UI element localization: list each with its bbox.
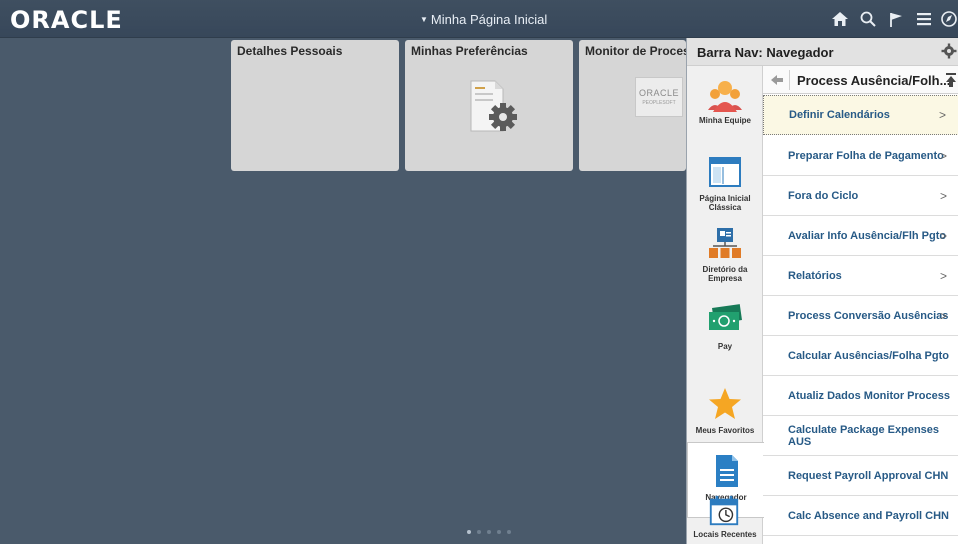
page-dot[interactable] xyxy=(467,530,471,534)
side-item-pagina-inicial-classica[interactable]: Página Inicial Clássica xyxy=(687,144,763,222)
star-icon xyxy=(709,388,741,419)
page-dot[interactable] xyxy=(477,530,481,534)
list-item-process-conversao[interactable]: Process Conversão Ausências > xyxy=(763,296,958,336)
list-item-label: Request Payroll Approval CHN xyxy=(788,469,949,482)
back-to-top-icon[interactable] xyxy=(944,71,958,89)
tile-title: Detalhes Pessoais xyxy=(237,44,343,58)
team-icon xyxy=(708,81,742,112)
chevron-right-icon: > xyxy=(938,108,946,122)
home-icon[interactable] xyxy=(826,6,854,32)
menu-icon[interactable] xyxy=(910,6,938,32)
tile-title: Minhas Preferências xyxy=(411,44,528,58)
list-item-label: Calcular Ausências/Folha Pgto xyxy=(788,349,949,362)
back-arrow-icon[interactable] xyxy=(769,72,785,88)
homepage-selector[interactable]: ▼ Minha Página Inicial xyxy=(420,12,547,27)
side-item-label: Página Inicial Clássica xyxy=(699,194,751,212)
flag-icon[interactable] xyxy=(882,6,910,32)
chevron-right-icon: > xyxy=(939,228,947,243)
logo-subtext: PEOPLESOFT xyxy=(642,100,676,106)
divider xyxy=(789,70,790,90)
chevron-right-icon: > xyxy=(939,268,947,283)
side-item-label: Pay xyxy=(717,342,733,351)
side-item-pay[interactable]: Pay xyxy=(687,290,763,360)
classic-home-icon xyxy=(709,157,741,187)
chevron-right-icon: > xyxy=(939,188,947,203)
list-item-fora-do-ciclo[interactable]: Fora do Ciclo > xyxy=(763,176,958,216)
list-header: Process Ausência/Folh... xyxy=(763,66,958,94)
peoplesoft-logo: ORACLE PEOPLESOFT xyxy=(635,77,683,117)
list-item-request-payroll[interactable]: Request Payroll Approval CHN xyxy=(763,456,958,496)
caret-down-icon: ▼ xyxy=(420,15,428,24)
pay-icon xyxy=(709,304,742,330)
directory-icon xyxy=(709,228,741,258)
list-header-title: Process Ausência/Folh... xyxy=(797,73,951,88)
list-item-relatorios[interactable]: Relatórios > xyxy=(763,256,958,296)
page-indicator[interactable] xyxy=(467,530,511,534)
side-item-label: Minha Equipe xyxy=(699,116,751,125)
list-item-calcular-ausencias[interactable]: Calcular Ausências/Folha Pgto xyxy=(763,336,958,376)
list-item-label: Calculate Package Expenses AUS xyxy=(788,423,940,448)
page-dot[interactable] xyxy=(487,530,491,534)
page-dot[interactable] xyxy=(507,530,511,534)
top-banner: ORACLE ▼ Minha Página Inicial xyxy=(0,0,958,38)
calendar-clock-icon xyxy=(709,495,739,526)
list-item-label: Process Conversão Ausências xyxy=(788,309,949,322)
side-item-minha-equipe[interactable]: Minha Equipe xyxy=(687,66,763,144)
gear-icon[interactable] xyxy=(941,43,957,59)
navbar-header: Barra Nav: Navegador xyxy=(687,38,958,66)
list-item-atualiz-dados[interactable]: Atualiz Dados Monitor Process xyxy=(763,376,958,416)
navbar-side-menu: Minha Equipe Página Inicial Clássica Dir… xyxy=(687,66,764,544)
tile-detalhes-pessoais[interactable]: Detalhes Pessoais xyxy=(231,40,399,171)
side-item-label: Diretório da Empresa xyxy=(702,265,748,283)
preferences-gear-icon xyxy=(470,80,517,132)
page-dot[interactable] xyxy=(497,530,501,534)
navigator-list: Process Ausência/Folh... Definir Calendá… xyxy=(763,66,958,544)
chevron-right-icon: > xyxy=(939,148,947,163)
navbar-panel: Barra Nav: Navegador Minha Equipe Página… xyxy=(686,38,958,544)
tile-minhas-preferencias[interactable]: Minhas Preferências xyxy=(405,40,573,171)
tile-monitor-de-processos[interactable]: Monitor de Processos ORACLE PEOPLESOFT xyxy=(579,40,710,171)
chevron-right-icon: > xyxy=(939,308,947,323)
side-item-label: Meus Favoritos xyxy=(695,426,755,435)
list-item-calculate-package[interactable]: Calculate Package Expenses AUS xyxy=(763,416,958,456)
list-item-label: Relatórios xyxy=(788,269,842,282)
page-title: Minha Página Inicial xyxy=(430,12,548,27)
list-item-preparar-folha[interactable]: Preparar Folha de Pagamento > xyxy=(763,136,958,176)
side-item-label: Locais Recentes xyxy=(693,530,757,539)
list-item-label: Atualiz Dados Monitor Process xyxy=(788,389,950,402)
list-item-label: Calc Absence and Payroll CHN xyxy=(788,509,949,522)
search-icon[interactable] xyxy=(854,6,882,32)
list-item-definir-calendarios[interactable]: Definir Calendários > xyxy=(763,95,958,135)
banner-actions xyxy=(826,6,958,32)
side-item-diretorio-da-empresa[interactable]: Diretório da Empresa xyxy=(687,222,763,290)
logo-text: ORACLE xyxy=(638,88,679,98)
navbar-title: Barra Nav: Navegador xyxy=(697,45,834,60)
list-item-label: Preparar Folha de Pagamento xyxy=(788,149,944,162)
list-item-label: Fora do Ciclo xyxy=(788,189,859,202)
list-item-label: Definir Calendários xyxy=(789,109,890,121)
list-item-label: Avaliar Info Ausência/Flh Pgto xyxy=(788,229,947,242)
list-item-avaliar-info[interactable]: Avaliar Info Ausência/Flh Pgto > xyxy=(763,216,958,256)
navigator-icon xyxy=(716,455,738,487)
list-item-calc-absence[interactable]: Calc Absence and Payroll CHN xyxy=(763,496,958,536)
navbar-icon[interactable] xyxy=(938,6,958,32)
oracle-logo: ORACLE xyxy=(10,6,123,34)
